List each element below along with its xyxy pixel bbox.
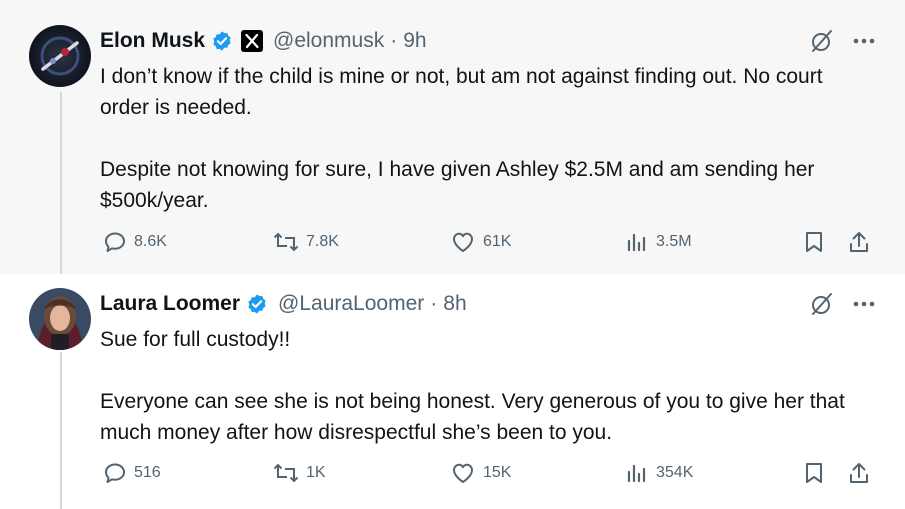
- tweet-laura[interactable]: Laura Loomer @LauraLoomer · 8h Sue for f…: [0, 274, 905, 509]
- tweet-elon[interactable]: Elon Musk @elonmusk · 9h I don’t know if…: [0, 0, 905, 274]
- views-icon: [625, 461, 649, 485]
- reply-button[interactable]: 516: [103, 458, 161, 488]
- bookmark-icon: [803, 230, 825, 254]
- grok-icon[interactable]: [809, 291, 835, 317]
- like-button[interactable]: 15K: [450, 458, 511, 488]
- more-icon[interactable]: [853, 38, 875, 44]
- tweet-top-icons: [809, 291, 875, 317]
- tweet-paragraph: Despite not knowing for sure, I have giv…: [100, 158, 815, 212]
- tweet-actions: 516 1K 15K 354K: [100, 458, 880, 488]
- bookmark-button[interactable]: [803, 458, 825, 488]
- verified-badge-icon: [246, 293, 268, 315]
- like-icon: [450, 230, 476, 254]
- repost-count: 7.8K: [306, 233, 339, 250]
- like-button[interactable]: 61K: [450, 227, 511, 257]
- separator-dot: ·: [390, 29, 398, 52]
- verified-badge-icon: [211, 30, 233, 52]
- avatar[interactable]: [29, 288, 91, 350]
- reply-button[interactable]: 8.6K: [103, 227, 167, 257]
- thread-connector-line: [60, 352, 62, 509]
- thread-connector-line: [60, 92, 62, 274]
- bookmark-button[interactable]: [803, 227, 825, 257]
- timestamp[interactable]: 8h: [443, 292, 466, 316]
- separator-dot: ·: [430, 292, 438, 315]
- author-handle[interactable]: @LauraLoomer: [278, 292, 424, 316]
- tweet-text: I don’t know if the child is mine or not…: [100, 61, 870, 216]
- repost-icon: [273, 230, 299, 254]
- more-icon[interactable]: [853, 301, 875, 307]
- share-button[interactable]: [847, 458, 871, 488]
- views-count: 354K: [656, 464, 694, 481]
- bookmark-icon: [803, 461, 825, 485]
- reply-icon: [103, 461, 127, 485]
- tweet-text: Sue for full custody!! Everyone can see …: [100, 324, 870, 448]
- tweet-actions: 8.6K 7.8K 61K 3.5M: [100, 227, 880, 257]
- share-icon: [847, 461, 871, 485]
- repost-count: 1K: [306, 464, 326, 481]
- author-name[interactable]: Elon Musk: [100, 29, 205, 53]
- like-icon: [450, 461, 476, 485]
- tweet-paragraph: I don’t know if the child is mine or not…: [100, 65, 823, 119]
- timestamp[interactable]: 9h: [403, 29, 426, 53]
- share-button[interactable]: [847, 227, 871, 257]
- thread-view: Elon Musk @elonmusk · 9h I don’t know if…: [0, 0, 905, 509]
- like-count: 15K: [483, 464, 512, 481]
- reply-icon: [103, 230, 127, 254]
- tweet-paragraph: Everyone can see she is not being honest…: [100, 390, 845, 444]
- views-count: 3.5M: [656, 233, 692, 250]
- tweet-header: Laura Loomer @LauraLoomer · 8h: [100, 291, 467, 317]
- reply-count: 8.6K: [134, 233, 167, 250]
- author-handle[interactable]: @elonmusk: [273, 29, 384, 53]
- tweet-paragraph: Sue for full custody!!: [100, 328, 291, 351]
- grok-icon[interactable]: [809, 28, 835, 54]
- share-icon: [847, 230, 871, 254]
- views-icon: [625, 230, 649, 254]
- views-button[interactable]: 354K: [625, 458, 693, 488]
- reply-count: 516: [134, 464, 161, 481]
- repost-button[interactable]: 1K: [273, 458, 326, 488]
- tweet-header: Elon Musk @elonmusk · 9h: [100, 28, 427, 54]
- x-logo-icon[interactable]: [241, 30, 264, 52]
- views-button[interactable]: 3.5M: [625, 227, 692, 257]
- avatar[interactable]: [29, 25, 91, 87]
- repost-icon: [273, 461, 299, 485]
- repost-button[interactable]: 7.8K: [273, 227, 339, 257]
- author-name[interactable]: Laura Loomer: [100, 292, 240, 316]
- tweet-top-icons: [809, 28, 875, 54]
- like-count: 61K: [483, 233, 512, 250]
